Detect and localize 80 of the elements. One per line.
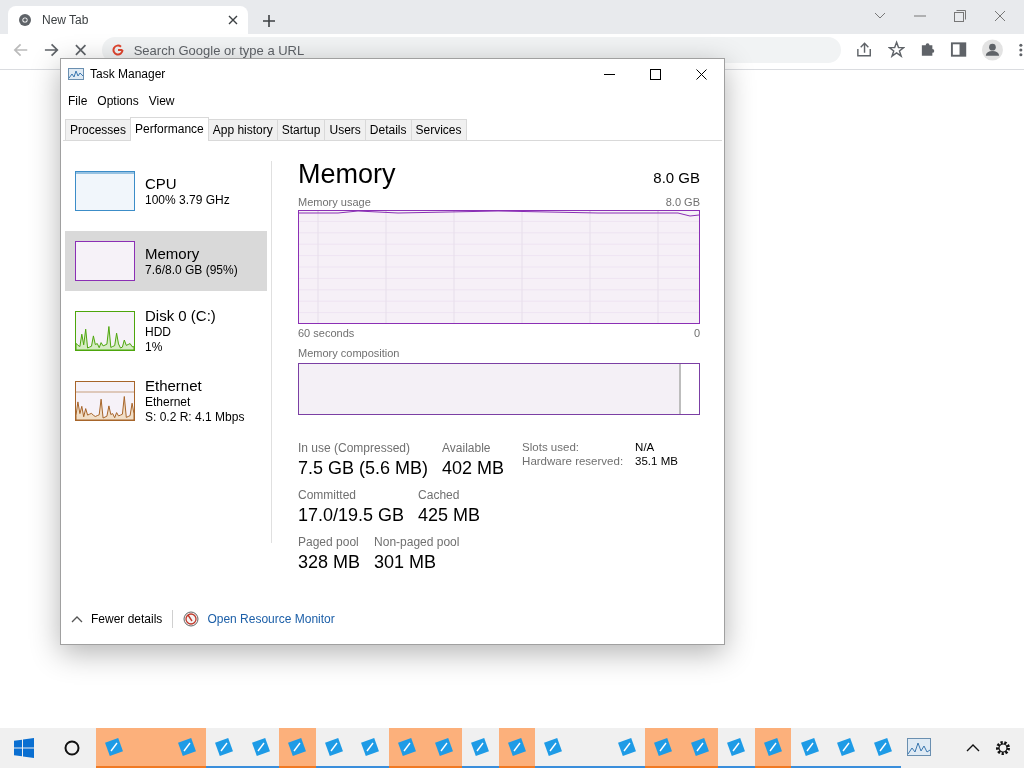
tab[interactable]: Performance — [130, 117, 209, 141]
close-icon[interactable] — [228, 15, 238, 25]
resource-item[interactable]: Memory 7.6/8.0 GB (95%) — [65, 231, 267, 291]
tab[interactable]: Details — [364, 119, 412, 140]
taskbar-button[interactable] — [681, 728, 719, 768]
detail-label: Slots used: — [522, 441, 580, 453]
chart-label: Memory composition — [298, 347, 400, 359]
chevron-down-icon[interactable] — [874, 12, 886, 20]
stat-value: 425 MB — [418, 505, 481, 526]
stat-label: Non-paged pool — [374, 535, 460, 549]
chevron-up-icon[interactable] — [966, 744, 980, 752]
window-title: Task Manager — [90, 67, 166, 81]
taskbar-button[interactable] — [754, 728, 792, 768]
taskbar-button[interactable] — [425, 728, 462, 768]
chart-label: Memory usage — [298, 196, 371, 208]
profile-icon[interactable] — [981, 37, 1005, 63]
minimize-icon — [603, 73, 615, 75]
taskbar-button[interactable] — [169, 728, 206, 768]
gear-icon[interactable] — [994, 739, 1012, 757]
resource-detail: 1% — [145, 340, 164, 355]
taskbar-button[interactable] — [498, 728, 536, 768]
resource-item[interactable]: CPU 100% 3.79 GHz — [65, 161, 267, 221]
taskbar-button[interactable] — [644, 728, 682, 768]
detail-value: N/A — [635, 441, 656, 453]
taskbar-button[interactable] — [278, 728, 316, 768]
taskbar-button[interactable] — [96, 728, 133, 768]
resource-name: Memory — [145, 244, 201, 262]
tab[interactable]: Processes — [65, 119, 132, 140]
windows-logo-icon[interactable] — [14, 738, 34, 758]
resource-item[interactable]: Ethernet Ethernet S: 0.2 R: 4.1 Mbps — [65, 371, 267, 431]
resource-name: Disk 0 (C:) — [145, 307, 216, 324]
time-axis-label: 0 — [693, 327, 700, 339]
stat-label: Available — [442, 441, 492, 455]
panel-title: Memory — [298, 159, 396, 190]
circle-icon[interactable] — [64, 740, 80, 756]
chevron-up-icon[interactable] — [71, 615, 83, 623]
stat-label: Paged pool — [298, 535, 360, 549]
app-icon — [396, 736, 419, 758]
stat-label: Committed — [298, 488, 357, 502]
resource-detail: 100% 3.79 GHz — [145, 192, 230, 208]
resource-monitor-link[interactable]: Open Resource Monitor — [207, 612, 335, 626]
total-memory: 8.0 GB — [653, 169, 700, 186]
stat-value: 402 MB — [442, 458, 505, 479]
detail-value: 35.1 MB — [635, 455, 678, 467]
taskbar-button[interactable] — [388, 728, 426, 768]
close-icon — [695, 68, 707, 80]
resource-name: Ethernet — [145, 377, 203, 394]
tab[interactable]: Startup — [276, 119, 326, 140]
stop-icon[interactable] — [74, 43, 88, 57]
gauge-icon — [183, 611, 200, 627]
new-tab-icon[interactable] — [262, 14, 276, 28]
tab[interactable]: Services — [410, 119, 467, 140]
stat-value: 328 MB — [298, 552, 361, 573]
stat-value: 17.0/19.5 GB — [298, 505, 405, 526]
performance-graph-icon — [907, 738, 932, 756]
performance-graph-icon — [68, 68, 84, 80]
resource-detail: HDD — [145, 325, 172, 340]
restore-icon[interactable] — [954, 10, 966, 22]
menu-item[interactable]: Options — [94, 94, 142, 108]
stat-label: In use (Compressed) — [298, 441, 412, 455]
resource-detail: Ethernet — [145, 395, 192, 410]
chart-max-label: 8.0 GB — [665, 196, 700, 208]
stat-label: Cached — [418, 488, 461, 502]
menu-item[interactable]: View — [145, 94, 178, 108]
tab[interactable]: Users — [324, 119, 366, 140]
stat-value: 7.5 GB (5.6 MB) — [298, 458, 429, 479]
resource-detail: 7.6/8.0 GB (95%) — [145, 262, 238, 278]
detail-label: Hardware reserved: — [522, 455, 624, 467]
maximize-icon — [649, 68, 661, 80]
tab[interactable]: App history — [207, 119, 278, 140]
resource-name: CPU — [145, 174, 178, 192]
resource-detail: S: 0.2 R: 4.1 Mbps — [145, 410, 245, 425]
tab-title: New Tab — [42, 13, 90, 27]
chrome-logo-icon — [18, 13, 32, 27]
browser-tab[interactable]: New Tab — [8, 6, 248, 34]
stat-value: 301 MB — [374, 552, 438, 573]
fewer-details-button[interactable]: Fewer details — [91, 612, 163, 626]
resource-item[interactable]: Disk 0 (C:) HDD 1% — [65, 301, 267, 361]
menu-item[interactable]: File — [65, 94, 91, 108]
time-axis-label: 60 seconds — [298, 327, 355, 339]
